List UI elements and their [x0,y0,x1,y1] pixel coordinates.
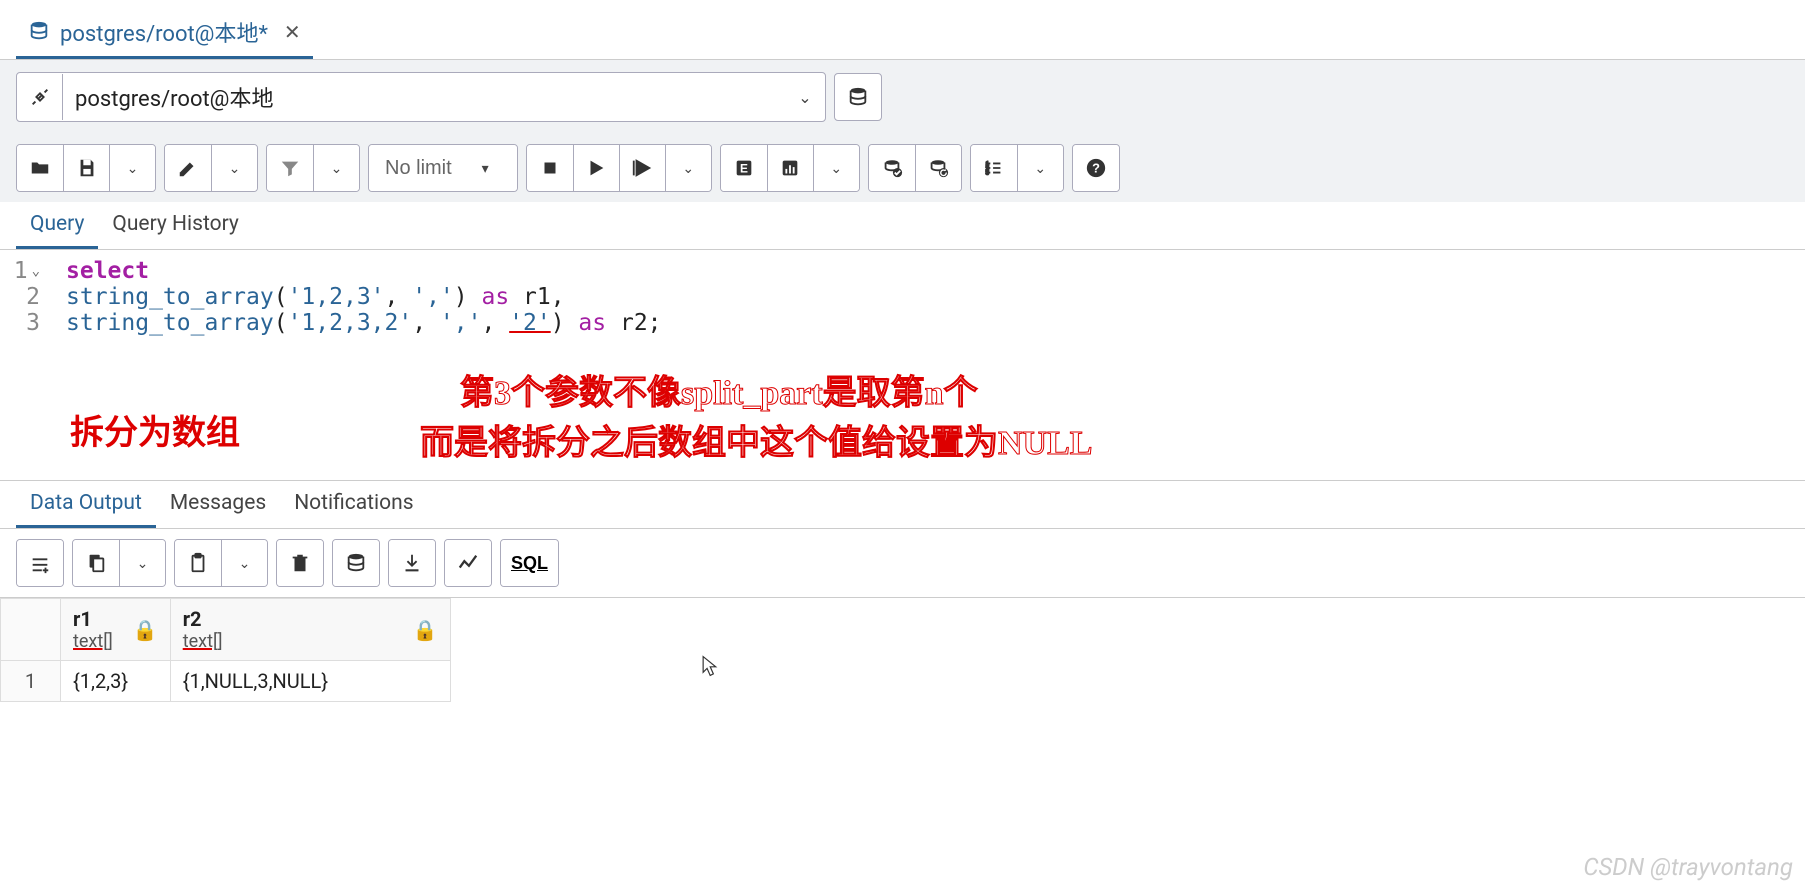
analyze-dropdown[interactable]: ⌄ [813,145,859,191]
fold-icon[interactable]: ⌄ [32,263,40,279]
row-number: 1 [1,661,61,702]
save-data-button[interactable] [333,540,379,586]
main-toolbar: ⌄ ⌄ ⌄ No limit▾ ⌄ E ⌄ 123 ⌄ ? [0,134,1805,202]
table-row[interactable]: 1 {1,2,3} {1,NULL,3,NULL} [1,661,451,702]
stop-button[interactable] [527,145,573,191]
svg-text:E: E [740,162,748,176]
delete-button[interactable] [277,540,323,586]
save-dropdown[interactable]: ⌄ [109,145,155,191]
explain-button[interactable]: E [721,145,767,191]
copy-dropdown[interactable]: ⌄ [119,540,165,586]
commit-button[interactable] [869,145,915,191]
code-editor[interactable]: 1⌄ select 2 string_to_array('1,2,3', ','… [0,250,1805,480]
row-header-blank [1,599,61,661]
tab-notifications[interactable]: Notifications [280,481,427,528]
graph-button[interactable] [445,540,491,586]
lock-icon: 🔒 [413,618,438,642]
svg-text:?: ? [1092,161,1100,176]
connection-input[interactable]: postgres/root@本地 [63,73,785,121]
tab-query[interactable]: Query [16,202,98,249]
query-tab[interactable]: postgres/root@本地* ✕ [16,8,313,59]
tab-messages[interactable]: Messages [156,481,280,528]
tab-bar: postgres/root@本地* ✕ [0,0,1805,60]
connection-status-icon[interactable] [17,74,63,120]
line-number: 2 [0,284,50,310]
filter-dropdown[interactable]: ⌄ [313,145,359,191]
cursor-icon [700,655,722,681]
annotation-right-2: 而是将拆分之后数组中这个值给设置为NULL [420,415,1092,464]
open-file-button[interactable] [17,145,63,191]
annotation-right-1: 第3个参数不像split_part是取第n个 [460,365,978,414]
cell-r1[interactable]: {1,2,3} [61,661,171,702]
sql-button[interactable]: SQL [501,540,558,586]
server-button[interactable] [834,73,882,121]
macros-dropdown[interactable]: ⌄ [1017,145,1063,191]
run-button[interactable] [573,145,619,191]
cell-r2[interactable]: {1,NULL,3,NULL} [170,661,450,702]
macros-button[interactable]: 123 [971,145,1017,191]
close-icon[interactable]: ✕ [284,20,301,44]
svg-text:3: 3 [985,170,988,176]
paste-dropdown[interactable]: ⌄ [221,540,267,586]
rollback-button[interactable] [915,145,961,191]
chevron-down-icon[interactable]: ⌄ [785,88,825,107]
database-icon [28,20,52,44]
copy-button[interactable] [73,540,119,586]
watermark: CSDN @trayvontang [1583,853,1793,881]
tab-query-history[interactable]: Query History [98,202,252,249]
chevron-down-icon: ▾ [482,160,489,177]
editor-tabs: Query Query History [0,202,1805,250]
result-tabs: Data Output Messages Notifications [0,480,1805,529]
lock-icon: 🔒 [133,618,158,642]
analyze-button[interactable] [767,145,813,191]
run-cursor-button[interactable] [619,145,665,191]
tab-data-output[interactable]: Data Output [16,481,156,528]
line-number: 1⌄ [0,258,50,284]
result-grid: r1 text[] 🔒 r2 text[] 🔒 1 {1,2,3} [0,598,451,702]
run-dropdown[interactable]: ⌄ [665,145,711,191]
result-toolbar: ⌄ ⌄ SQL [0,529,1805,598]
add-row-button[interactable] [17,540,63,586]
edit-dropdown[interactable]: ⌄ [211,145,257,191]
connection-bar: postgres/root@本地 ⌄ [0,60,1805,134]
download-button[interactable] [389,540,435,586]
line-number: 3 [0,310,50,336]
save-button[interactable] [63,145,109,191]
filter-button[interactable] [267,145,313,191]
help-button[interactable]: ? [1073,145,1119,191]
column-header-r1[interactable]: r1 text[] 🔒 [61,599,171,661]
column-header-r2[interactable]: r2 text[] 🔒 [170,599,450,661]
limit-select[interactable]: No limit▾ [369,145,517,191]
tab-title: postgres/root@本地* [60,16,268,48]
paste-button[interactable] [175,540,221,586]
annotation-left: 拆分为数组 [70,405,240,454]
edit-button[interactable] [165,145,211,191]
